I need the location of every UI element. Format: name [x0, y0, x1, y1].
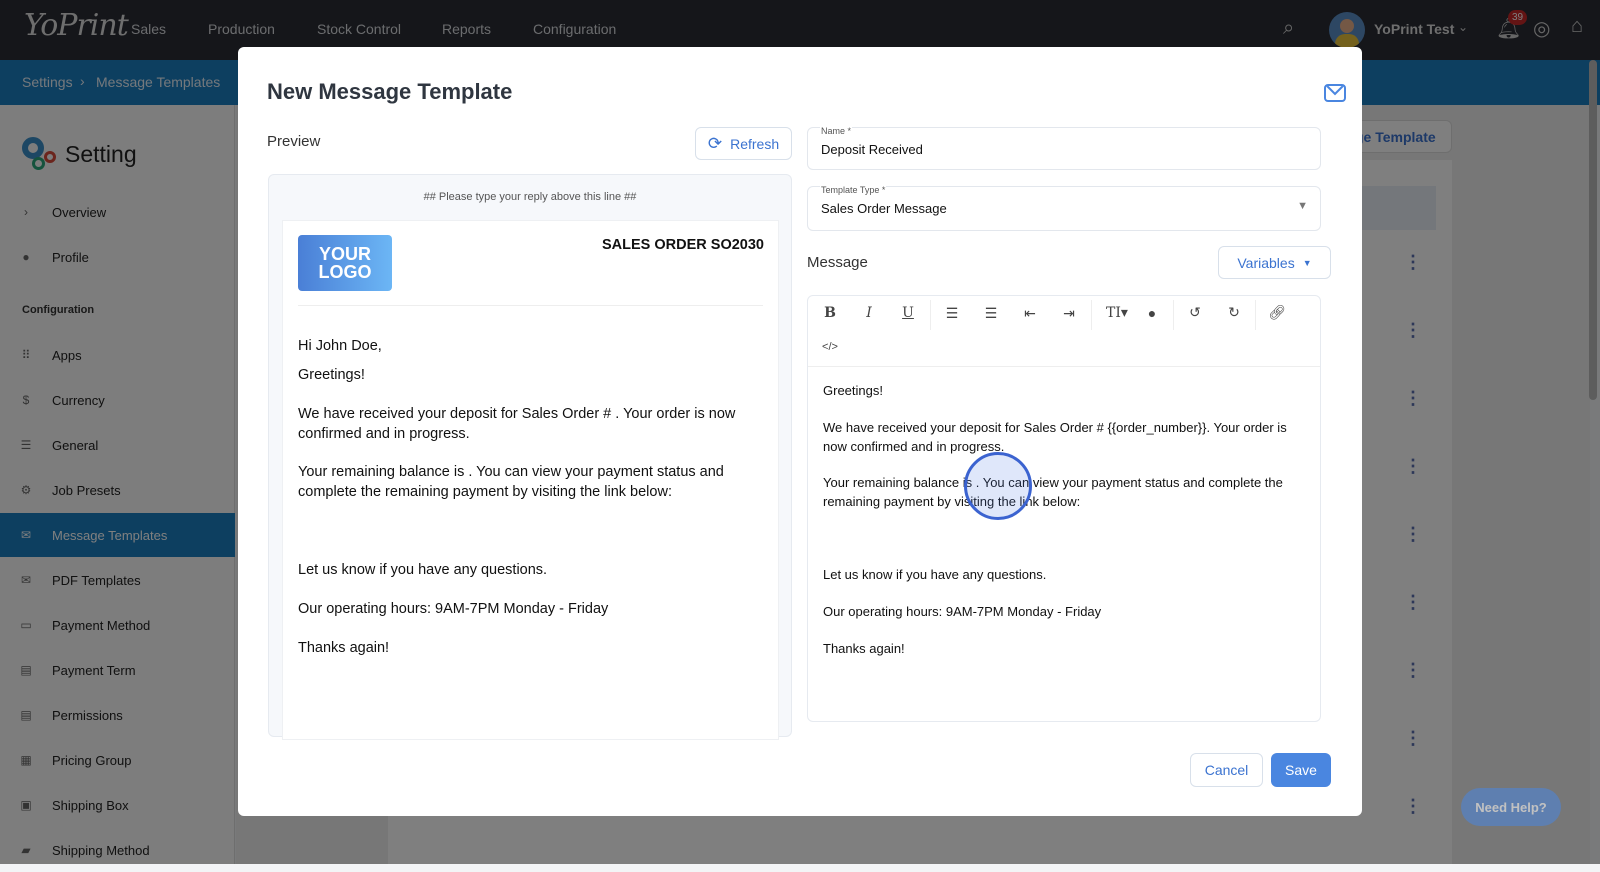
preview-paragraph: Your remaining balance is . You can view…: [298, 464, 724, 500]
italic-icon[interactable]: I: [857, 305, 881, 321]
editor-paragraph: Our operating hours: 9AM-7PM Monday - Fr…: [823, 604, 1102, 619]
logo-placeholder: YOUR LOGO: [298, 235, 392, 291]
template-type-select[interactable]: Template Type * Sales Order Message ▼: [807, 185, 1321, 231]
name-label: Name *: [820, 126, 853, 136]
editor-paragraph: Let us know if you have any questions.: [823, 567, 1047, 582]
reply-line: ## Please type your reply above this lin…: [423, 191, 637, 203]
refresh-icon: ⟳: [707, 133, 723, 153]
indent-icon[interactable]: ⇥: [1057, 305, 1081, 322]
preview-paragraph: Thanks again!: [298, 640, 390, 656]
name-field[interactable]: Name * Deposit Received: [807, 126, 1321, 170]
save-button[interactable]: Save: [1271, 753, 1331, 787]
refresh-button[interactable]: ⟳ Refresh: [695, 127, 792, 160]
new-message-template-dialog: New Message Template Preview ⟳ Refresh #…: [238, 47, 1362, 816]
template-type-label: Template Type *: [820, 185, 887, 195]
order-title: SALES ORDER SO2030: [602, 237, 764, 253]
need-help-button[interactable]: Need Help?: [1461, 788, 1561, 826]
preview-paragraph: Our operating hours: 9AM-7PM Monday - Fr…: [298, 601, 609, 617]
caret-down-icon: ▼: [1297, 200, 1308, 212]
outdent-icon[interactable]: ⇤: [1018, 305, 1042, 322]
bold-icon[interactable]: B: [818, 305, 842, 321]
email-preview: ## Please type your reply above this lin…: [268, 174, 792, 740]
logo-line: LOGO: [318, 262, 372, 282]
template-type-value: Sales Order Message: [821, 201, 947, 216]
preview-paragraph: Let us know if you have any questions.: [298, 562, 548, 578]
preview-paragraph: Hi John Doe,: [298, 338, 382, 354]
editor-paragraph: Thanks again!: [823, 641, 905, 656]
dialog-title: New Message Template: [267, 79, 513, 104]
divider: [298, 305, 763, 306]
undo-icon[interactable]: ↺: [1183, 304, 1207, 321]
font-size-icon[interactable]: TI▾: [1100, 305, 1134, 321]
editor-paragraph: Greetings!: [823, 383, 883, 398]
underline-icon[interactable]: U: [896, 305, 920, 321]
name-value: Deposit Received: [821, 142, 923, 157]
preview-paragraph: We have received your deposit for Sales …: [298, 406, 736, 442]
logo-line: YOUR: [318, 244, 371, 264]
color-drop-icon[interactable]: ●: [1140, 305, 1164, 321]
ordered-list-icon[interactable]: ☰: [940, 305, 964, 322]
preview-paragraph: Greetings!: [298, 367, 365, 383]
redo-icon[interactable]: ↻: [1222, 304, 1246, 321]
variables-dropdown[interactable]: Variables ▼: [1218, 246, 1331, 279]
variables-label: Variables: [1237, 254, 1295, 271]
editor-paragraph: We have received your deposit for Sales …: [823, 420, 1287, 454]
cancel-button[interactable]: Cancel: [1190, 753, 1263, 787]
preview-card: YOUR LOGO SALES ORDER SO2030 Hi John Doe…: [282, 220, 779, 740]
cursor-highlight: [964, 452, 1032, 520]
editor-paragraph: Your remaining balance is . You can view…: [823, 475, 1283, 509]
message-editor[interactable]: B I U ☰ ☰ ⇤ ⇥ TI▾ ● ↺ ↻ 🔗︎ </> Greetings…: [807, 295, 1321, 722]
bullet-list-icon[interactable]: ☰: [979, 305, 1003, 322]
link-icon[interactable]: 🔗︎: [1265, 304, 1289, 321]
message-label: Message: [807, 254, 868, 271]
refresh-label: Refresh: [730, 135, 780, 152]
caret-down-icon: ▼: [1302, 257, 1312, 268]
mail-icon: [1324, 84, 1346, 102]
preview-label: Preview: [267, 133, 321, 150]
code-view-icon[interactable]: </>: [818, 341, 842, 353]
